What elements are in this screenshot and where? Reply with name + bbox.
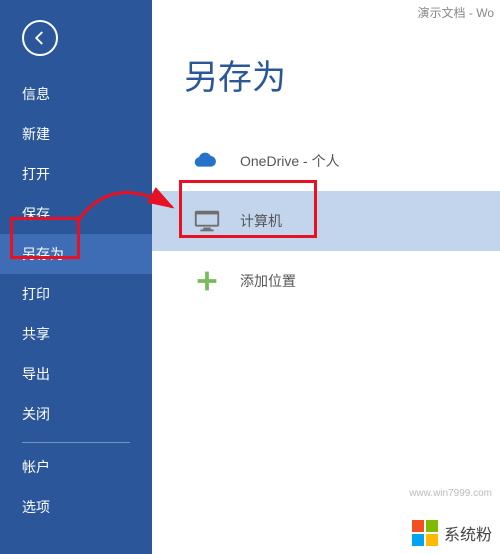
sidebar-item-4[interactable]: 另存为 — [0, 234, 152, 274]
watermark-text: 系统粉 — [444, 521, 492, 545]
main-panel: 演示文档 - Wo 另存为 OneDrive - 个人计算机添加位置 P — [152, 0, 500, 554]
sidebar-item-5[interactable]: 打印 — [0, 274, 152, 314]
sidebar-divider — [22, 442, 130, 443]
back-button[interactable] — [22, 20, 58, 56]
sidebar-item-7[interactable]: 导出 — [0, 354, 152, 394]
backstage-sidebar: 信息新建打开保存另存为打印共享导出关闭 帐户选项 — [0, 0, 152, 554]
sidebar-item-3[interactable]: 保存 — [0, 194, 152, 234]
sidebar-item-0[interactable]: 信息 — [0, 74, 152, 114]
sidebar-item-8[interactable]: 关闭 — [0, 394, 152, 434]
watermark-url: www.win7999.com — [409, 488, 492, 499]
location-label: OneDrive - 个人 — [240, 151, 340, 171]
location-addplace[interactable]: 添加位置 — [152, 251, 500, 311]
location-label: 计算机 — [240, 211, 282, 231]
sidebar-footer-item-1[interactable]: 选项 — [0, 487, 152, 527]
sidebar-footer-item-0[interactable]: 帐户 — [0, 447, 152, 487]
sidebar-item-1[interactable]: 新建 — [0, 114, 152, 154]
location-onedrive[interactable]: OneDrive - 个人 — [152, 131, 500, 191]
sidebar-item-2[interactable]: 打开 — [0, 154, 152, 194]
addplace-icon — [192, 266, 222, 296]
computer-icon — [192, 206, 222, 236]
location-label: 添加位置 — [240, 271, 296, 291]
watermark: 系统粉 — [412, 520, 492, 546]
onedrive-icon — [192, 146, 222, 176]
window-title: 演示文档 - Wo — [418, 4, 494, 21]
arrow-left-icon — [31, 29, 49, 47]
sidebar-item-6[interactable]: 共享 — [0, 314, 152, 354]
watermark-logo-icon — [412, 520, 438, 546]
page-title: 另存为 — [184, 50, 500, 99]
location-computer[interactable]: 计算机 — [152, 191, 500, 251]
